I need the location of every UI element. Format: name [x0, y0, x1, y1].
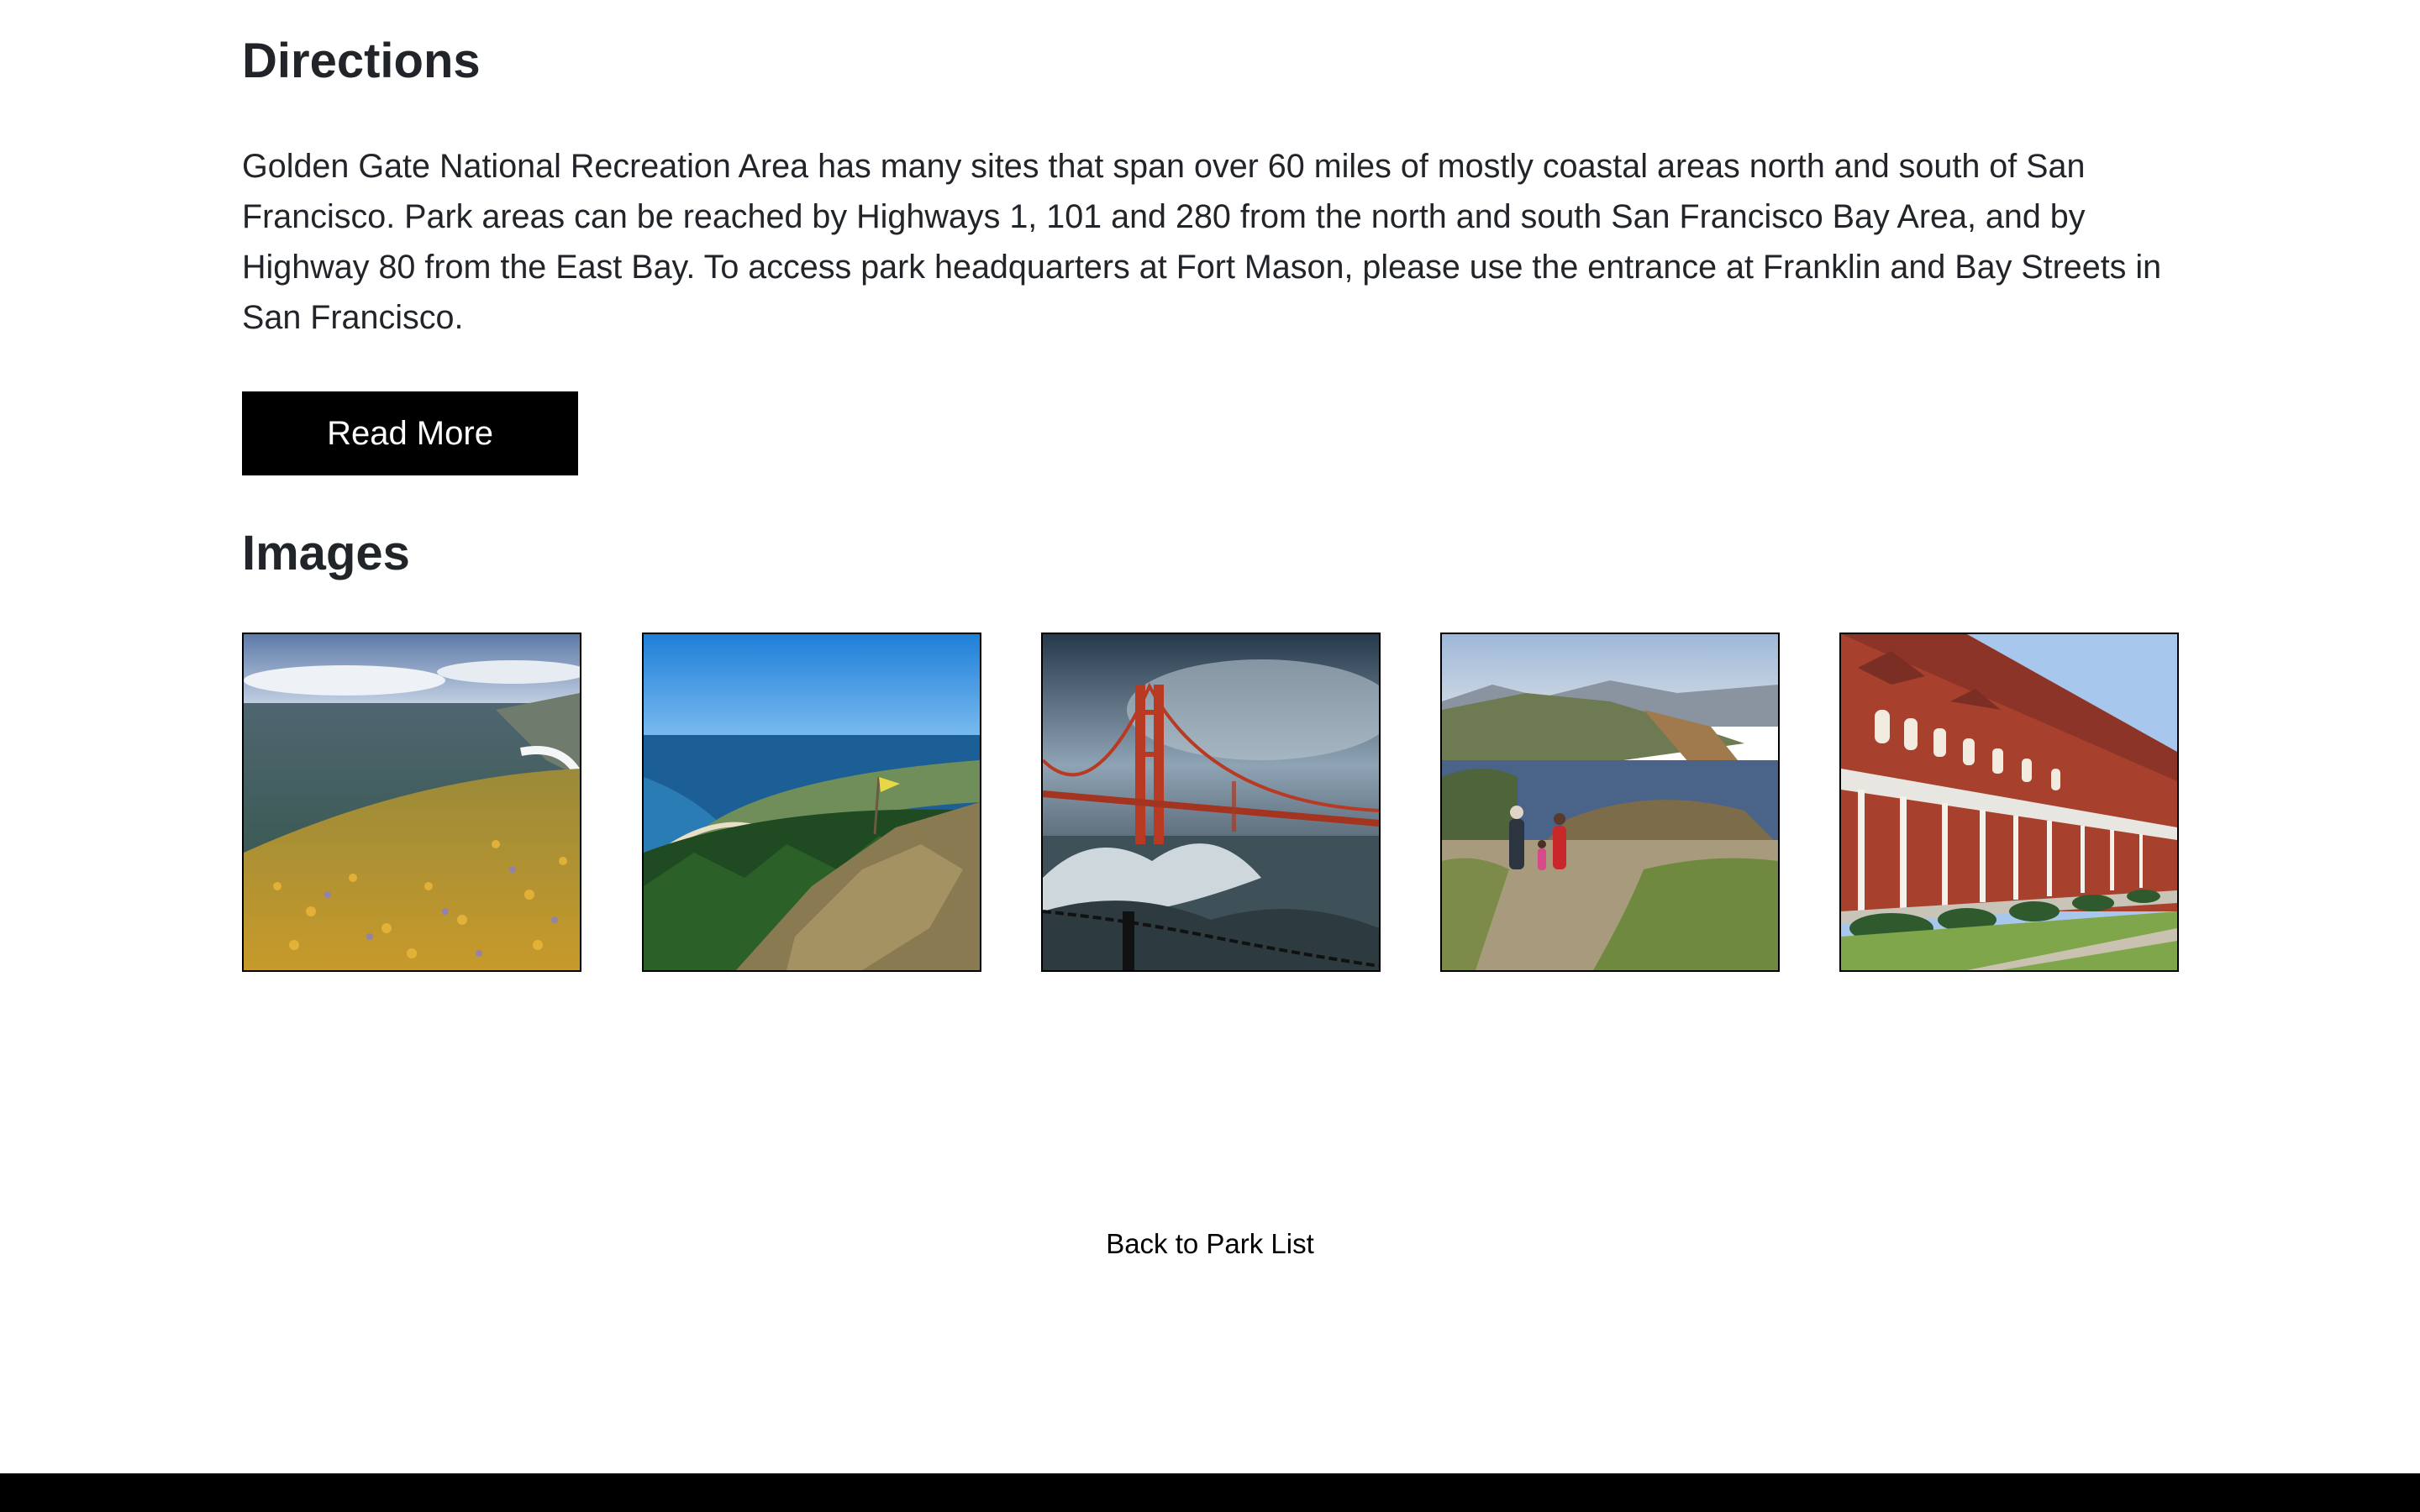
back-to-park-list-label[interactable]: Back to Park List	[1106, 1228, 1314, 1259]
read-more-button[interactable]: Read More	[242, 391, 578, 475]
directions-heading: Directions	[242, 34, 481, 88]
gallery-image-wildflowers[interactable]	[242, 633, 581, 972]
directions-text: Golden Gate National Recreation Area has…	[242, 148, 2162, 336]
presidio-red-brick-barracks-photo	[1841, 634, 2177, 970]
back-to-park-list-link: Back to Park List	[0, 1228, 2420, 1260]
gallery-image-barracks[interactable]	[1839, 633, 2179, 972]
gallery-image-golden-gate[interactable]	[1041, 633, 1381, 972]
golden-gate-bridge-waves-photo	[1043, 634, 1379, 970]
coastal-overlook-beach-photo	[644, 634, 980, 970]
footer-bar	[0, 1473, 2420, 1512]
images-heading: Images	[242, 526, 410, 580]
hikers-coastal-trail-photo	[1442, 634, 1778, 970]
gallery-image-hikers[interactable]	[1440, 633, 1780, 972]
image-gallery	[242, 633, 2179, 972]
wildflower-hillside-ocean-photo	[244, 634, 580, 970]
gallery-image-overlook[interactable]	[642, 633, 981, 972]
